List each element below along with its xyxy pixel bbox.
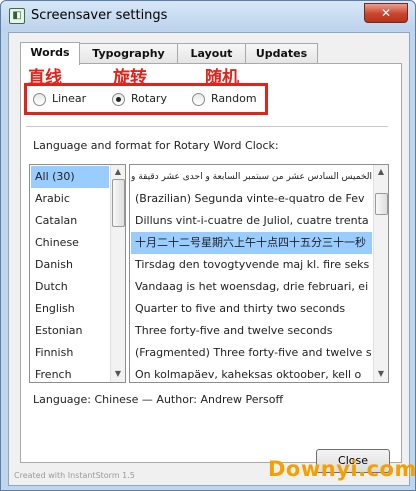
tab-updates[interactable]: Updates — [245, 43, 318, 64]
status-text: Language: Chinese — Author: Andrew Perso… — [33, 393, 284, 406]
settings-window: ◧ Screensaver settings ✕ Words Typograph… — [0, 0, 416, 491]
radio-random-label: Random — [211, 92, 257, 105]
format-item[interactable]: الخميس السادس عشر من سبتمبر السابعة و اح… — [131, 166, 372, 188]
format-item[interactable]: Quarter to five and thirty two seconds — [131, 298, 372, 320]
language-item[interactable]: Arabic — [31, 188, 109, 210]
format-item[interactable]: Tirsdag den tovogtyvende maj kl. fire se… — [131, 254, 372, 276]
radio-linear-circle[interactable] — [33, 92, 46, 106]
format-item[interactable]: Dilluns vint-i-cuatre de Juliol, cuatre … — [131, 210, 372, 232]
divider — [26, 126, 388, 127]
radio-random[interactable]: Random — [192, 92, 257, 106]
language-item[interactable]: English — [31, 298, 109, 320]
radio-linear-label: Linear — [52, 92, 87, 105]
format-list[interactable]: الخميس السادس عشر من سبتمبر السابعة و اح… — [129, 164, 389, 383]
dialog-body: Words Typography Layout Updates 直线 旋转 随机… — [8, 32, 416, 486]
language-list[interactable]: All (30) Arabic Catalan Chinese Danish D… — [29, 164, 126, 383]
language-scroll-thumb[interactable] — [112, 179, 125, 227]
format-item[interactable]: On kolmapäev, kaheksas oktoober, kell o — [131, 364, 372, 382]
watermark-logo: Downyi.com — [268, 457, 416, 481]
footer-credit: Created with InstantStorm 1.5 — [14, 471, 135, 480]
radio-rotary-circle[interactable] — [112, 92, 125, 106]
language-scrollbar[interactable]: ▲ ▼ — [110, 165, 125, 382]
radio-rotary[interactable]: Rotary — [112, 92, 167, 106]
language-item[interactable]: Estonian — [31, 320, 109, 342]
language-item[interactable]: Danish — [31, 254, 109, 276]
tab-words[interactable]: Words — [20, 42, 80, 65]
format-item[interactable]: Vandaag is het woensdag, drie februari, … — [131, 276, 372, 298]
tab-typography[interactable]: Typography — [79, 43, 178, 64]
language-item[interactable]: All (30) — [31, 166, 109, 188]
radio-random-circle[interactable] — [192, 92, 205, 106]
radio-linear[interactable]: Linear — [33, 92, 86, 106]
tab-layout[interactable]: Layout — [177, 43, 246, 64]
radio-rotary-label: Rotary — [131, 92, 167, 105]
language-item[interactable]: Chinese — [31, 232, 109, 254]
scroll-up-arrow-icon[interactable]: ▲ — [375, 166, 387, 178]
scroll-down-arrow-icon[interactable]: ▼ — [375, 368, 387, 380]
title-bar: ◧ Screensaver settings ✕ — [1, 1, 415, 31]
format-item[interactable]: (Brazilian) Segunda vinte-e-quatro de Fe… — [131, 188, 372, 210]
format-item[interactable]: Three forty-five and twelve seconds — [131, 320, 372, 342]
language-item[interactable]: Finnish — [31, 342, 109, 364]
app-icon: ◧ — [9, 8, 25, 24]
language-item[interactable]: Dutch — [31, 276, 109, 298]
language-item[interactable]: French — [31, 364, 109, 382]
format-item[interactable]: (Fragmented) Three forty-five and twelve… — [131, 342, 372, 364]
format-scrollbar[interactable]: ▲ ▼ — [373, 165, 388, 382]
format-heading: Language and format for Rotary Word Cloc… — [33, 139, 279, 152]
scroll-up-arrow-icon[interactable]: ▲ — [112, 166, 124, 178]
format-item-selected[interactable]: 十月二十二号星期六上午十点四十五分三十一秒 — [131, 232, 372, 254]
language-item[interactable]: Catalan — [31, 210, 109, 232]
format-scroll-thumb[interactable] — [375, 193, 388, 215]
window-close-button[interactable]: ✕ — [364, 3, 408, 23]
window-title: Screensaver settings — [31, 8, 168, 23]
scroll-down-arrow-icon[interactable]: ▼ — [112, 368, 124, 380]
